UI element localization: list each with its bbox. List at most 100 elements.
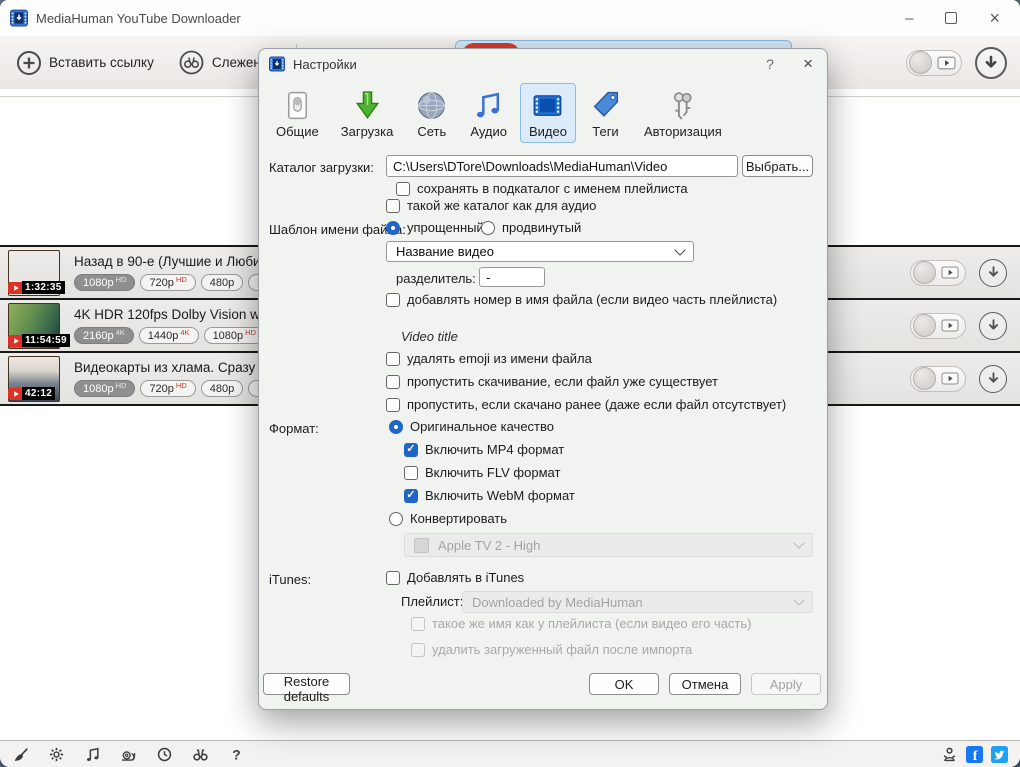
restore-defaults-button[interactable]: Restore defaults — [263, 673, 350, 704]
ok-button[interactable]: OK — [589, 673, 659, 695]
quality-tag: HD — [245, 328, 256, 337]
video-thumbnail: 1:32:35 — [8, 249, 65, 296]
checkbox-box — [386, 570, 400, 585]
minimize-button[interactable]: – — [905, 11, 913, 26]
row-controls — [910, 311, 1020, 340]
music-note-icon[interactable] — [84, 746, 101, 763]
radio-label: Оригинальное качество — [410, 419, 554, 434]
quality-badge[interactable]: 480p — [200, 380, 244, 397]
cancel-button[interactable]: Отмена — [669, 673, 741, 695]
mp4-checkbox[interactable]: Включить MP4 формат — [404, 442, 564, 457]
snail-icon[interactable] — [120, 746, 137, 763]
download-dir-input[interactable] — [386, 155, 738, 177]
paste-link-button[interactable]: Вставить ссылку — [16, 50, 154, 76]
selected-preset: Apple TV 2 - High — [438, 537, 541, 553]
facebook-icon[interactable] — [966, 746, 983, 763]
filename-preview: Video title — [401, 329, 458, 344]
checkbox-box — [411, 642, 425, 657]
dialog-app-icon — [269, 56, 285, 72]
tab-network[interactable]: Сеть — [406, 83, 457, 143]
name-pattern-select[interactable]: Название видео — [386, 241, 694, 262]
quality-badge[interactable]: 720p HD — [140, 380, 196, 397]
remove-emoji-checkbox[interactable]: удалять emoji из имени файла — [386, 351, 592, 366]
tab-audio[interactable]: Аудио — [461, 83, 516, 143]
quality-badge[interactable]: 1080p HD — [74, 274, 136, 291]
checkbox-box — [386, 351, 400, 366]
quality-badge[interactable]: 720p HD — [140, 274, 196, 291]
save-subdir-checkbox[interactable]: сохранять в подкаталог с именем плейлист… — [396, 181, 688, 196]
download-button[interactable] — [979, 311, 1007, 340]
gear-icon[interactable] — [48, 746, 65, 763]
paste-link-label: Вставить ссылку — [49, 55, 154, 70]
quality-badge[interactable]: 480p — [200, 274, 244, 291]
tab-general[interactable]: Общие — [267, 83, 328, 143]
toggle-knob — [913, 314, 936, 337]
video-mode-icon — [941, 266, 959, 279]
network-icon — [415, 89, 448, 122]
format-toggle[interactable] — [910, 259, 966, 286]
radio-dot — [389, 511, 403, 526]
add-itunes-checkbox[interactable]: Добавлять в iTunes — [386, 570, 524, 585]
choose-dir-button[interactable]: Выбрать... — [742, 155, 813, 177]
quality-tag: 4K — [180, 328, 190, 337]
video-mode-icon — [941, 372, 959, 385]
checkbox-box — [386, 292, 400, 307]
tab-tags[interactable]: Теги — [580, 83, 631, 143]
clock-icon[interactable] — [156, 746, 173, 763]
apply-button: Apply — [751, 673, 821, 695]
statusbar-left-icons — [12, 746, 245, 763]
template-simple-radio[interactable]: упрощенный — [386, 220, 484, 235]
quality-badge[interactable]: 1080p HD — [74, 380, 136, 397]
radio-dot — [481, 220, 495, 235]
tab-label: Аудио — [470, 124, 507, 139]
checkbox-box — [386, 374, 400, 389]
global-format-toggle[interactable] — [906, 49, 962, 76]
radio-label: Конвертировать — [410, 511, 508, 526]
download-button[interactable] — [979, 364, 1007, 393]
skip-exists-checkbox[interactable]: пропустить скачивание, если файл уже сущ… — [386, 374, 718, 389]
quality-badge[interactable]: 2160p 4K — [74, 327, 134, 344]
convert-radio[interactable]: Конвертировать — [389, 511, 507, 526]
title-bar: MediaHuman YouTube Downloader – × — [0, 0, 1020, 36]
quality-badge[interactable]: 1440p 4K — [138, 327, 199, 344]
duration-badge: 1:32:35 — [22, 280, 65, 294]
checkbox-box — [386, 397, 400, 412]
add-number-checkbox[interactable]: добавлять номер в имя файла (если видео … — [386, 292, 777, 307]
preset-icon — [414, 537, 429, 553]
dialog-help-button[interactable]: ? — [759, 56, 781, 72]
format-toggle[interactable] — [910, 312, 966, 339]
itunes-label: iTunes: — [269, 572, 312, 587]
statusbar-right-icons — [941, 746, 1008, 763]
dialog-close-button[interactable]: × — [803, 54, 813, 74]
maximize-button[interactable] — [945, 12, 958, 24]
tab-auth[interactable]: Авторизация — [635, 83, 731, 143]
window-controls: – × — [905, 9, 1000, 27]
format-toggle[interactable] — [910, 365, 966, 392]
broom-icon[interactable] — [12, 746, 29, 763]
original-quality-radio[interactable]: Оригинальное качество — [389, 419, 554, 434]
help-icon[interactable] — [228, 746, 245, 763]
twitter-icon[interactable] — [991, 746, 1008, 763]
tab-download[interactable]: Загрузка — [332, 83, 403, 143]
general-icon — [281, 89, 314, 122]
close-button[interactable]: × — [989, 9, 1000, 27]
binoculars-icon[interactable] — [192, 746, 209, 763]
checkbox-label: добавлять номер в имя файла (если видео … — [407, 292, 778, 307]
quality-tag: HD — [115, 275, 127, 284]
download-button[interactable] — [979, 258, 1007, 287]
skip-downloaded-checkbox[interactable]: пропустить, если скачано ранее (даже есл… — [386, 397, 786, 412]
settings-dialog: Настройки ? × Общие Загрузка Сеть Аудио … — [258, 48, 828, 710]
person-icon[interactable] — [941, 746, 958, 763]
tab-video[interactable]: Видео — [520, 83, 576, 143]
same-dir-audio-checkbox[interactable]: такой же каталог как для аудио — [386, 198, 596, 213]
separator-input[interactable] — [479, 267, 545, 287]
quality-badge[interactable]: 1080p HD — [203, 327, 265, 344]
checkbox-label: Включить MP4 формат — [425, 442, 565, 457]
tab-label: Авторизация — [643, 124, 722, 139]
webm-checkbox[interactable]: Включить WebM формат — [404, 488, 575, 503]
template-advanced-radio[interactable]: продвинутый — [481, 220, 581, 235]
download-all-button[interactable] — [975, 46, 1007, 79]
toggle-knob — [913, 367, 936, 390]
flv-checkbox[interactable]: Включить FLV формат — [404, 465, 560, 480]
dialog-tabbar: Общие Загрузка Сеть Аудио Видео Теги Авт… — [259, 79, 827, 145]
